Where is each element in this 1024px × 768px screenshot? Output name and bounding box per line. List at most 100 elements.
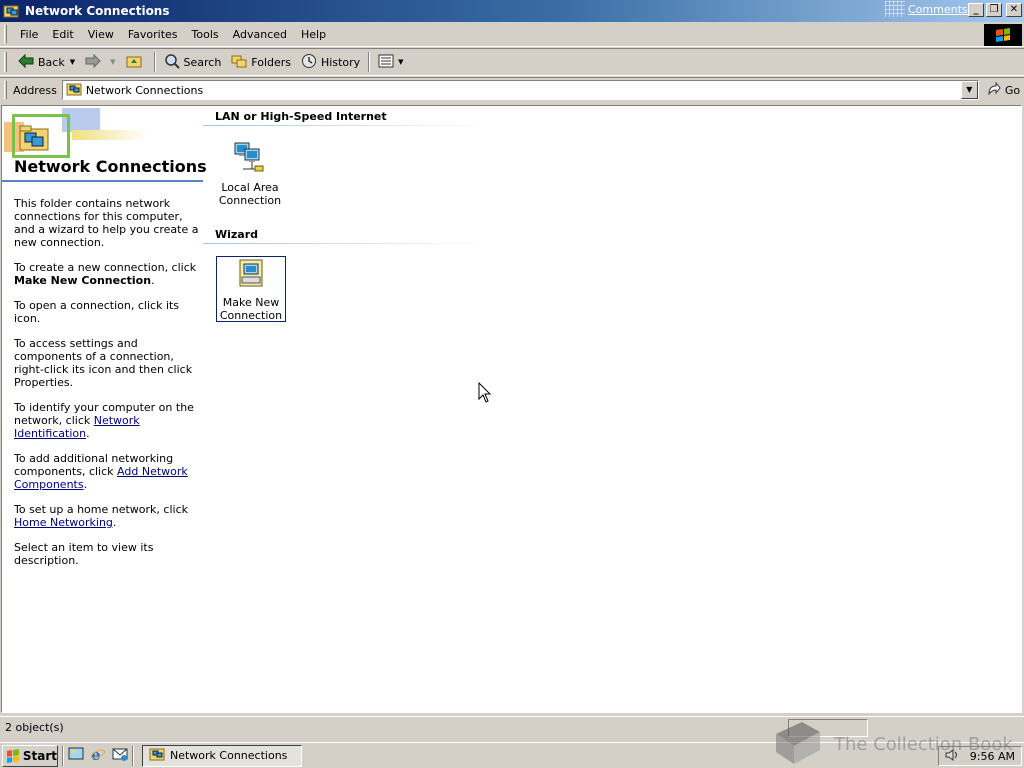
search-icon [164, 53, 180, 72]
back-dropdown-icon[interactable]: ▼ [70, 58, 75, 66]
add-suffix: . [83, 478, 88, 491]
home-networking-link[interactable]: Home Networking [14, 516, 113, 529]
close-icon: ✕ [1009, 4, 1019, 15]
folder-description: This folder contains network connections… [14, 197, 199, 579]
go-label: Go [1004, 83, 1021, 97]
close-button[interactable]: ✕ [1006, 3, 1022, 17]
menu-file[interactable]: File [13, 28, 45, 41]
go-button[interactable]: Go [987, 81, 1021, 99]
folder-up-icon [126, 54, 142, 71]
history-button[interactable]: History [296, 50, 365, 74]
make-new-connection-item[interactable]: Make New Connection [216, 256, 286, 322]
folder-banner: Network Connections [2, 106, 207, 182]
create-prefix: To create a new connection, click [14, 261, 197, 274]
taskbar-item-network-connections[interactable]: Network Connections [142, 744, 302, 767]
toolbar-grip[interactable] [4, 52, 7, 72]
toolbar-separator [153, 52, 156, 72]
search-button[interactable]: Search [159, 50, 227, 74]
outlook-express-icon[interactable] [112, 746, 128, 765]
group-title-wizard: Wizard [215, 228, 259, 241]
address-input[interactable]: Network Connections ▼ [61, 80, 979, 100]
address-grip[interactable] [4, 81, 7, 99]
back-label: Back [38, 55, 65, 69]
lan-connection-icon [233, 141, 267, 178]
folder-view[interactable]: Network Connections This folder contains… [1, 105, 1022, 713]
chevron-down-icon: ▼ [966, 85, 973, 94]
minimize-button[interactable]: _ [968, 3, 984, 17]
home-prefix: To set up a home network, click [14, 503, 188, 516]
group-divider [203, 125, 493, 126]
start-label: Start [22, 748, 57, 763]
comments-link-label: Comments? [908, 2, 974, 16]
standard-toolbar: Back ▼ ▼ Search Folders History ▼ [0, 48, 1024, 76]
lan-item-label-1: Local Area [221, 181, 279, 194]
create-bold: Make New Connection [14, 274, 152, 287]
web-view-panel: Network Connections This folder contains… [2, 106, 207, 712]
network-folder-icon [3, 3, 19, 19]
comments-link[interactable]: Comments? [885, 1, 973, 17]
lan-icon-wrap [215, 138, 285, 178]
menu-help[interactable]: Help [294, 28, 333, 41]
folders-button[interactable]: Folders [226, 50, 296, 74]
add-text: To add additional networking components,… [14, 452, 199, 491]
page-title: Network Connections [14, 157, 207, 176]
windows-flag-icon [7, 748, 19, 763]
show-desktop-icon[interactable] [68, 746, 84, 765]
grid-icon [885, 1, 905, 17]
identify-suffix: . [86, 427, 90, 440]
menu-view[interactable]: View [81, 28, 121, 41]
views-button[interactable]: ▼ [373, 50, 408, 74]
minimize-icon: _ [973, 4, 979, 15]
forward-button[interactable]: ▼ [80, 50, 120, 74]
wizard-item-label-2: Connection [219, 309, 283, 322]
views-dropdown-icon: ▼ [398, 58, 404, 66]
restore-button[interactable]: ❐ [986, 3, 1002, 17]
network-folder-icon [66, 82, 82, 99]
address-value: Network Connections [85, 83, 204, 97]
up-button[interactable] [121, 50, 151, 74]
menu-advanced[interactable]: Advanced [226, 28, 294, 41]
lan-item-label-2: Connection [218, 194, 282, 207]
search-label: Search [183, 55, 222, 69]
address-bar: Address Network Connections ▼ Go [0, 77, 1024, 102]
history-label: History [321, 55, 361, 69]
home-text: To set up a home network, click Home Net… [14, 503, 199, 529]
back-arrow-icon [18, 53, 34, 71]
folders-label: Folders [251, 55, 292, 69]
internet-explorer-icon[interactable]: e [90, 746, 106, 765]
menu-edit[interactable]: Edit [45, 28, 80, 41]
back-button[interactable]: Back ▼ [13, 50, 80, 74]
taskbar-separator [132, 745, 134, 766]
quick-launch: e [68, 746, 128, 765]
group-title-lan: LAN or High-Speed Internet [215, 110, 387, 123]
open-text: To open a connection, click its icon. [14, 299, 180, 325]
book-icon [772, 720, 824, 768]
history-clock-icon [301, 53, 317, 72]
local-area-connection-item[interactable]: Local Area Connection [215, 138, 285, 207]
watermark-text: The Collection Book [834, 734, 1013, 755]
intro-text: This folder contains network connections… [14, 197, 199, 249]
wizard-item-label-1: Make New [222, 296, 280, 309]
menu-grip[interactable] [4, 25, 7, 43]
taskbar-item-label: Network Connections [170, 749, 288, 762]
home-suffix: . [112, 516, 117, 529]
address-dropdown-button[interactable]: ▼ [960, 81, 978, 99]
start-button[interactable]: Start [2, 744, 58, 767]
windows-logo [984, 24, 1022, 46]
title-bar[interactable]: Network Connections Comments? _ ❐ ✕ [0, 0, 1024, 22]
wizard-icon-wrap [217, 257, 285, 293]
create-suffix: . [151, 274, 155, 287]
new-connection-wizard-icon [236, 258, 266, 293]
folders-icon [231, 54, 247, 71]
menu-tools[interactable]: Tools [185, 28, 226, 41]
forward-dropdown-icon[interactable]: ▼ [110, 58, 115, 66]
network-folder-icon [149, 747, 165, 764]
banner-decoration [72, 130, 148, 140]
watermark: The Collection Book [772, 720, 1013, 768]
menu-favorites[interactable]: Favorites [121, 28, 185, 41]
identify-text: To identify your computer on the network… [14, 401, 199, 440]
address-label: Address [13, 83, 57, 97]
forward-arrow-icon [85, 53, 101, 71]
menu-bar: File Edit View Favorites Tools Advanced … [0, 22, 1024, 47]
create-text: To create a new connection, click Make N… [14, 261, 199, 287]
